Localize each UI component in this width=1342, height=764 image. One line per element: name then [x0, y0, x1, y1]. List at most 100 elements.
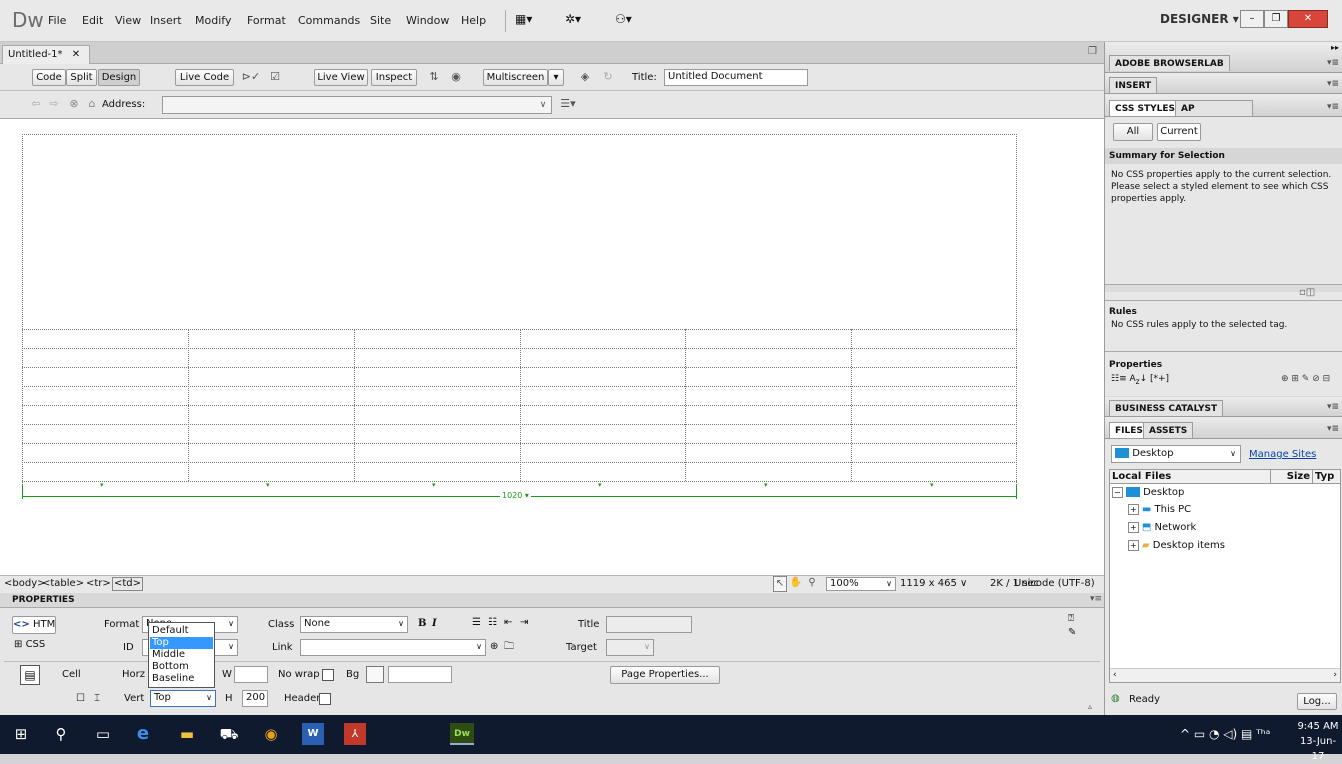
panel-menu-icon[interactable]: ▾≡: [1327, 402, 1339, 412]
chrome-icon[interactable]: ◉: [260, 723, 282, 745]
local-files-header[interactable]: Local Files: [1112, 470, 1171, 483]
clock[interactable]: 9:45 AM 13-Jun-17: [1294, 719, 1342, 764]
col-width-marker[interactable]: ▾: [266, 481, 270, 489]
panel-menu-icon[interactable]: ▾≡: [1090, 594, 1102, 604]
multiscreen-button[interactable]: Multiscreen: [483, 69, 548, 86]
menu-view[interactable]: View: [115, 14, 141, 27]
split-cell-icon[interactable]: ⌶: [94, 692, 100, 706]
link-input[interactable]: ∨: [300, 639, 486, 656]
width-input[interactable]: [234, 666, 268, 683]
category-view-icon[interactable]: ☷≡ Az↓ [*+]: [1111, 372, 1169, 389]
tree-item-desktop[interactable]: − Desktop: [1112, 486, 1184, 500]
window-size[interactable]: 1119 x 465 ∨: [900, 577, 967, 591]
vert-dropdown-list[interactable]: Default Top Middle Bottom Baseline: [148, 622, 215, 688]
edge-icon[interactable]: e: [132, 723, 154, 745]
browserlab-tab[interactable]: ADOBE BROWSERLAB: [1109, 55, 1230, 71]
restore-doc-icon[interactable]: ❐: [1088, 46, 1097, 57]
dreamweaver-taskbar-icon[interactable]: Dw: [450, 723, 474, 745]
word-icon[interactable]: W: [302, 723, 324, 745]
vert-select[interactable]: Top ∨: [150, 690, 216, 707]
tag-td[interactable]: <td>: [112, 577, 144, 591]
home-icon[interactable]: ⌂: [84, 96, 100, 112]
menu-format[interactable]: Format: [247, 14, 286, 27]
panel-menu-icon[interactable]: ▾≡: [1327, 58, 1339, 68]
scroll-left-icon[interactable]: ‹: [1113, 669, 1117, 682]
dropdown-option-default[interactable]: Default: [150, 625, 213, 637]
indent-icon[interactable]: ⇥: [520, 616, 528, 630]
size-header[interactable]: Size: [1270, 470, 1310, 483]
class-select[interactable]: None ∨: [300, 616, 408, 633]
inspect-button[interactable]: Inspect: [371, 69, 417, 86]
tree-item-desktop-items[interactable]: + ▰ Desktop items: [1128, 539, 1225, 553]
refresh-icon[interactable]: ↻: [598, 69, 618, 85]
ap-elements-tab[interactable]: AP ELEMENTS: [1175, 100, 1253, 130]
menu-file[interactable]: File: [48, 14, 66, 27]
bg-color-input[interactable]: [388, 666, 452, 683]
title-input[interactable]: [606, 616, 692, 633]
business-catalyst-header[interactable]: BUSINESS CATALYST ▾≡: [1105, 397, 1342, 417]
windows-start-icon[interactable]: ⊞: [10, 723, 32, 745]
file-explorer-icon[interactable]: ▬: [176, 723, 198, 745]
dropdown-option-top[interactable]: Top: [150, 637, 213, 649]
quick-tag-editor-icon[interactable]: ✎: [1068, 626, 1076, 640]
expand-icon[interactable]: +: [1128, 522, 1139, 533]
design-view-button[interactable]: Design: [98, 69, 140, 86]
properties-panel-header[interactable]: PROPERTIES ▾≡: [0, 593, 1104, 608]
assets-tab[interactable]: ASSETS: [1143, 422, 1194, 438]
zoom-select[interactable]: 100% ∨: [826, 577, 896, 591]
close-tab-icon[interactable]: ✕: [72, 49, 80, 60]
minimize-button[interactable]: –: [1240, 10, 1264, 28]
hand-tool-icon[interactable]: ✋: [789, 576, 803, 590]
visual-aids-icon[interactable]: ◈: [575, 69, 595, 85]
close-button[interactable]: ✕: [1288, 10, 1328, 28]
select-tool-icon[interactable]: ↖: [773, 576, 787, 592]
insert-tab[interactable]: INSERT: [1109, 77, 1158, 93]
workspace-switcher[interactable]: DESIGNER ▾: [1160, 12, 1239, 26]
tree-item-this-pc[interactable]: + ▬ This PC: [1128, 503, 1191, 517]
design-view[interactable]: ▾ ▾ ▾ ▾ ▾ ▾ 1020 ▾: [0, 119, 1104, 575]
browser-options-icon[interactable]: ☰▾: [557, 96, 579, 112]
bold-button[interactable]: B: [418, 617, 426, 631]
height-input[interactable]: 200: [242, 690, 268, 707]
attach-style-icons[interactable]: ⊕ ⊞ ✎ ⊘ ⊟: [1281, 372, 1330, 386]
header-checkbox[interactable]: [319, 693, 331, 705]
document-tab[interactable]: Untitled-1* ✕: [2, 45, 90, 64]
type-header[interactable]: Typ: [1312, 470, 1334, 483]
zoom-tool-icon[interactable]: ⚲: [805, 576, 819, 590]
manage-sites-link[interactable]: Manage Sites: [1249, 448, 1316, 462]
nowrap-checkbox[interactable]: [322, 669, 334, 681]
page-properties-button[interactable]: Page Properties...: [610, 666, 720, 684]
live-view-button[interactable]: Live View: [314, 69, 368, 86]
panel-menu-icon[interactable]: ▾≡: [1327, 79, 1339, 89]
forward-icon[interactable]: ⇨: [46, 96, 62, 112]
code-view-button[interactable]: Code: [32, 69, 66, 86]
rules-options-icon[interactable]: ▫◫: [1299, 287, 1315, 298]
css-styles-tab[interactable]: CSS STYLES: [1109, 100, 1181, 116]
log-button[interactable]: Log...: [1297, 693, 1337, 710]
tag-body[interactable]: <body>: [4, 577, 46, 591]
menu-commands[interactable]: Commands: [298, 14, 360, 27]
task-view-icon[interactable]: ▭: [92, 723, 114, 745]
menu-window[interactable]: Window: [406, 14, 449, 27]
business-catalyst-tab[interactable]: BUSINESS CATALYST: [1109, 400, 1224, 416]
layout-icon[interactable]: ▦▾: [515, 12, 532, 26]
dropdown-option-baseline[interactable]: Baseline: [150, 673, 213, 685]
table-width-label[interactable]: 1020 ▾: [500, 491, 531, 500]
acrobat-icon[interactable]: ⅄: [344, 723, 366, 745]
col-width-marker[interactable]: ▾: [432, 481, 436, 489]
file-management-icon[interactable]: ⇅: [424, 69, 444, 85]
site-select[interactable]: Desktop ∨: [1111, 445, 1241, 463]
css-mode-button[interactable]: ⊞ CSS: [14, 638, 45, 652]
italic-button[interactable]: I: [432, 617, 437, 631]
dropdown-option-middle[interactable]: Middle: [150, 649, 213, 661]
multiscreen-dropdown[interactable]: ▾: [548, 69, 564, 86]
search-icon[interactable]: ⚲: [50, 723, 72, 745]
bg-color-picker[interactable]: [366, 666, 384, 683]
stop-icon[interactable]: ⊗: [66, 96, 82, 112]
collapse-dock-icon[interactable]: ▸▸: [1331, 43, 1339, 52]
horizontal-scrollbar[interactable]: ‹ ›: [1110, 668, 1340, 682]
live-code-button[interactable]: Live Code: [175, 69, 234, 86]
point-to-file-icon[interactable]: ⊕: [490, 640, 498, 654]
browserlab-panel-header[interactable]: ▸▸ ADOBE BROWSERLAB ▾≡: [1105, 42, 1342, 73]
address-dropdown-icon[interactable]: ∨: [536, 97, 550, 113]
